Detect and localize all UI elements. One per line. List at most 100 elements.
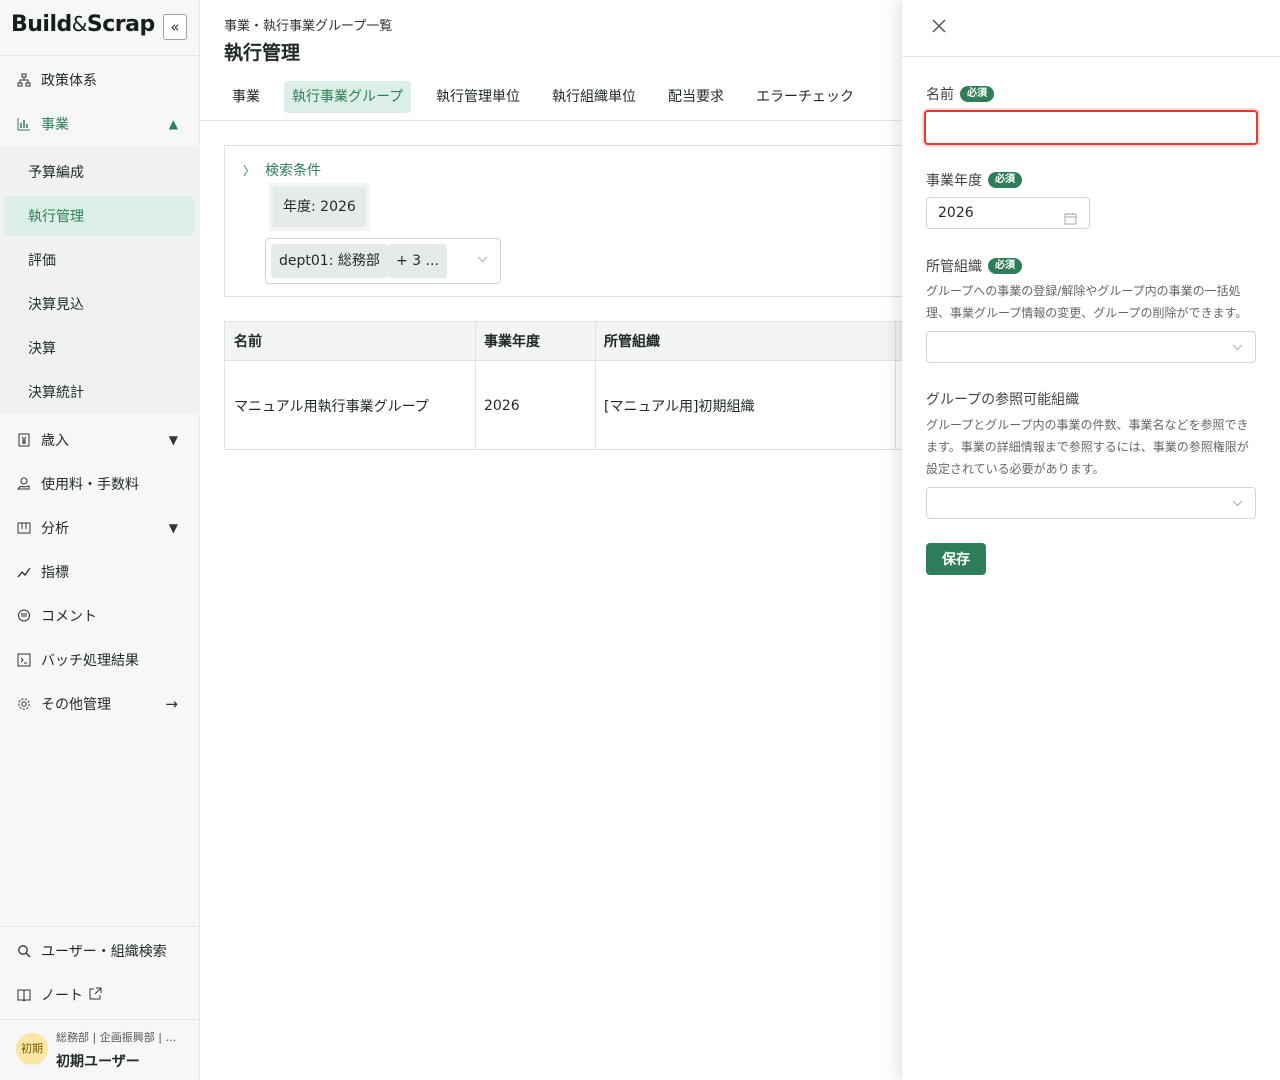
app-logo[interactable]: Build&Scrap — [11, 12, 155, 37]
board-icon — [16, 520, 32, 536]
nav-label: 政策体系 — [41, 73, 97, 89]
nav-label: 使用料・手数料 — [41, 477, 139, 493]
calendar-icon — [1064, 206, 1077, 236]
required-badge: 必須 — [988, 172, 1022, 188]
required-badge: 必須 — [960, 86, 994, 102]
nav-label: バッチ処理結果 — [41, 653, 139, 669]
nav-label: 事業 — [41, 117, 69, 133]
column-divider — [895, 322, 896, 449]
tab-execution-unit[interactable]: 執行管理単位 — [428, 81, 528, 113]
chevron-right-icon: 〉 — [243, 163, 256, 178]
search-icon — [16, 943, 32, 959]
comment-icon — [16, 608, 32, 624]
year-picker[interactable]: 2026 — [926, 197, 1090, 229]
close-icon[interactable] — [928, 16, 950, 38]
collapse-sidebar-button[interactable]: « — [163, 14, 187, 40]
terminal-icon — [16, 652, 32, 668]
year-value: 2026 — [938, 205, 974, 221]
table-row[interactable]: マニュアル用執行事業グループ 2026 [マニュアル用]初期組織 — [225, 361, 913, 450]
cell-org: [マニュアル用]初期組織 — [604, 398, 755, 415]
table-header: 名前 事業年度 所管組織 — [225, 322, 913, 361]
ref-org-select[interactable] — [926, 487, 1256, 519]
nav-item-other-admin[interactable]: その他管理 → — [0, 684, 200, 724]
search-toggle[interactable]: 〉 検索条件 — [243, 160, 321, 180]
nav-item-business[interactable]: 事業 ▲ — [0, 104, 200, 144]
nav-item-comment[interactable]: コメント — [0, 596, 200, 636]
sub-item-execution[interactable]: 執行管理 — [4, 196, 195, 236]
ref-org-help-text: グループとグループ内の事業の件数、事業名などを参照できます。事業の詳細情報まで参… — [926, 418, 1249, 476]
label-text: 所管組織 — [926, 259, 982, 275]
chevron-down-icon — [477, 253, 488, 266]
nav-item-fees[interactable]: 使用料・手数料 — [0, 464, 200, 504]
arrow-right-icon: → — [165, 695, 178, 713]
nav-item-analysis[interactable]: 分析 ▼ — [0, 508, 200, 548]
bar-chart-icon — [16, 116, 32, 132]
results-table: 名前 事業年度 所管組織 マニュアル用執行事業グループ 2026 [マニュアル用… — [224, 321, 914, 450]
nav-item-revenue[interactable]: 歳入 ▼ — [0, 420, 200, 460]
name-input[interactable] — [924, 110, 1258, 145]
hierarchy-icon — [16, 72, 32, 88]
sub-item-stats[interactable]: 決算統計 — [4, 372, 195, 412]
tab-execution-group[interactable]: 執行事業グループ — [284, 81, 412, 113]
sub-item-evaluation[interactable]: 評価 — [4, 240, 195, 280]
chevron-down-icon — [1232, 341, 1243, 354]
ref-org-label: グループの参照可能組織 — [926, 389, 1079, 409]
trend-icon — [16, 564, 32, 580]
tab-org-unit[interactable]: 執行組織単位 — [544, 81, 644, 113]
external-link-icon — [89, 987, 102, 1004]
year-filter-chip[interactable]: 年度: 2026 — [269, 183, 370, 231]
column-divider — [475, 322, 476, 449]
chevron-up-icon: ▲ — [168, 117, 178, 131]
avatar[interactable]: 初期 — [16, 1033, 48, 1065]
breadcrumb: 事業・執行事業グループ一覧 — [224, 19, 393, 34]
sub-item-settlement[interactable]: 決算 — [4, 328, 195, 368]
org-select[interactable] — [926, 331, 1256, 363]
sub-item-budget[interactable]: 予算編成 — [4, 152, 195, 192]
search-conditions: 〉 検索条件 年度: 2026 dept01: 総務部 + 3 ... — [224, 145, 914, 297]
page-title: 執行管理 — [224, 42, 301, 64]
required-badge: 必須 — [988, 258, 1022, 274]
hand-coin-icon — [16, 476, 32, 492]
tab-business[interactable]: 事業 — [224, 81, 268, 113]
name-label: 名前 必須 — [926, 84, 994, 104]
dept-chip: dept01: 総務部 — [271, 244, 388, 278]
more-chip: + 3 ... — [388, 244, 447, 278]
chevron-down-icon: ▼ — [168, 433, 178, 447]
divider — [902, 56, 1280, 57]
logo-row: Build&Scrap « — [0, 0, 199, 56]
nav-item-batch[interactable]: バッチ処理結果 — [0, 640, 200, 680]
yen-doc-icon — [16, 432, 32, 448]
business-submenu: 予算編成 執行管理 評価 決算見込 決算 決算統計 — [0, 146, 200, 414]
nav-item-policy[interactable]: 政策体系 — [0, 60, 200, 100]
header-org[interactable]: 所管組織 — [595, 322, 895, 360]
divider — [200, 120, 902, 121]
nav-item-user-search[interactable]: ユーザー・組織検索 — [0, 931, 200, 971]
column-divider — [595, 322, 596, 449]
label-text: グループの参照可能組織 — [926, 392, 1080, 408]
save-button[interactable]: 保存 — [926, 543, 986, 575]
tab-error-check[interactable]: エラーチェック — [748, 81, 862, 113]
divider — [0, 926, 200, 927]
user-department: 総務部 | 企画振興部 | … — [56, 1031, 177, 1044]
search-title: 検索条件 — [265, 163, 322, 179]
cell-name: マニュアル用執行事業グループ — [234, 398, 429, 415]
logo-build: Build — [11, 12, 72, 37]
year-label: 事業年度 必須 — [926, 170, 1022, 190]
create-group-panel: 名前 必須 事業年度 必須 2026 所管組織 必須 グループへの事業の登録/解… — [902, 0, 1280, 1080]
label-text: 事業年度 — [926, 173, 982, 189]
nav-item-notes[interactable]: ノート — [0, 975, 200, 1015]
nav-item-indicators[interactable]: 指標 — [0, 552, 200, 592]
nav-label: 分析 — [41, 521, 69, 537]
logo-amp: & — [71, 12, 88, 36]
nav-label: コメント — [41, 609, 97, 625]
label-text: 名前 — [926, 87, 954, 103]
department-filter-select[interactable]: dept01: 総務部 + 3 ... — [265, 238, 501, 284]
year-chip-label: 年度: 2026 — [273, 187, 366, 227]
sidebar: Build&Scrap « 政策体系 事業 ▲ 予算編成 執行管理 評価 決算見… — [0, 0, 200, 1080]
header-year[interactable]: 事業年度 — [475, 322, 595, 360]
sub-item-forecast[interactable]: 決算見込 — [4, 284, 195, 324]
header-name[interactable]: 名前 — [225, 322, 475, 360]
logo-scrap: Scrap — [86, 12, 155, 37]
user-name: 初期ユーザー — [56, 1054, 140, 1070]
tab-allocation[interactable]: 配当要求 — [660, 81, 732, 113]
